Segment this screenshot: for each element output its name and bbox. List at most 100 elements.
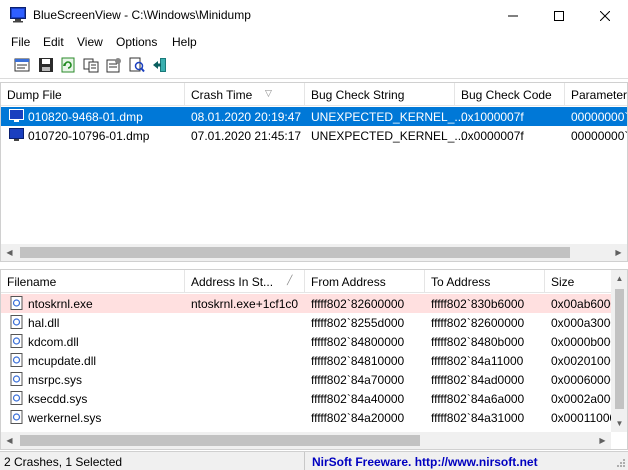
menu-help[interactable]: Help	[172, 35, 197, 49]
crash-row[interactable]: 010820-9468-01.dmp 08.01.2020 20:19:47 U…	[1, 107, 628, 126]
col-crash-time[interactable]: Crash Time	[185, 83, 305, 106]
driver-from-address: fffff802`82600000	[311, 297, 405, 311]
col-bug-check-code[interactable]: Bug Check Code	[455, 83, 565, 106]
col-filename[interactable]: Filename	[1, 270, 185, 293]
col-crash-time-label: Crash Time	[191, 88, 253, 102]
menu-edit[interactable]: Edit	[43, 35, 64, 49]
driver-list-vscrollbar[interactable]: ▲ ▼	[611, 270, 627, 432]
status-divider	[304, 452, 305, 470]
close-icon	[600, 11, 610, 21]
driver-to-address: fffff802`84a11000	[431, 354, 524, 368]
find-button[interactable]	[128, 56, 146, 74]
dump-file-icon	[9, 128, 24, 141]
nirsoft-link[interactable]: NirSoft Freeware. http://www.nirsoft.net	[312, 455, 538, 469]
driver-list-hscrollbar[interactable]: ◀ ▶	[1, 432, 611, 449]
scroll-left-icon[interactable]: ◀	[1, 432, 18, 449]
crash-list-hscrollbar[interactable]: ◀ ▶	[1, 244, 627, 261]
crash-list-pane: Dump File Crash Time ▽ Bug Check String …	[0, 82, 628, 262]
driver-row[interactable]: werkernel.sys fffff802`84a20000 fffff802…	[1, 408, 627, 427]
menu-options[interactable]: Options	[116, 35, 157, 49]
properties-button[interactable]	[105, 56, 123, 74]
scroll-left-icon[interactable]: ◀	[1, 244, 18, 261]
exit-icon	[153, 58, 166, 72]
driver-filename: msrpc.sys	[28, 373, 82, 387]
bug-check-code: 0x0000007f	[461, 129, 524, 143]
bug-check-string: UNEXPECTED_KERNEL_...	[311, 129, 465, 143]
driver-filename: hal.dll	[28, 316, 60, 330]
driver-from-address: fffff802`84a70000	[311, 373, 405, 387]
toolbar	[0, 52, 628, 79]
driver-filename: mcupdate.dll	[28, 354, 97, 368]
bug-check-code: 0x1000007f	[461, 110, 524, 124]
refresh-button[interactable]	[59, 56, 77, 74]
driver-to-address: fffff802`8480b000	[431, 335, 525, 349]
driver-from-address: fffff802`8255d000	[311, 316, 405, 330]
driver-size: 0x0002a000	[551, 392, 611, 406]
driver-row[interactable]: msrpc.sys fffff802`84a70000 fffff802`84a…	[1, 370, 627, 389]
html-report-button[interactable]	[13, 56, 31, 74]
crash-list-header: Dump File Crash Time ▽ Bug Check String …	[1, 83, 627, 106]
exit-button[interactable]	[151, 56, 169, 74]
driver-row[interactable]: kdcom.dll fffff802`84800000 fffff802`848…	[1, 332, 627, 351]
scroll-thumb[interactable]	[615, 289, 624, 409]
menu-bar: File Edit View Options Help	[0, 32, 628, 52]
driver-to-address: fffff802`84ad0000	[431, 373, 525, 387]
driver-filename: ksecdd.sys	[28, 392, 88, 406]
col-to-address[interactable]: To Address	[425, 270, 545, 293]
driver-file-icon	[10, 410, 23, 424]
driver-address-in-stack: ntoskrnl.exe+1cf1c0	[191, 297, 299, 311]
driver-size: 0x00ab6000	[551, 297, 611, 311]
col-from-address[interactable]: From Address	[305, 270, 425, 293]
driver-from-address: fffff802`84800000	[311, 335, 405, 349]
col-bug-check-string[interactable]: Bug Check String	[305, 83, 455, 106]
bluescreen-app-icon	[10, 7, 26, 23]
driver-file-icon	[10, 372, 23, 386]
properties-icon	[106, 58, 121, 73]
crash-time: 07.01.2020 21:45:17	[191, 129, 302, 143]
driver-filename: kdcom.dll	[28, 335, 79, 349]
scroll-thumb[interactable]	[20, 435, 420, 446]
driver-row[interactable]: ntoskrnl.exe ntoskrnl.exe+1cf1c0 fffff80…	[1, 294, 627, 313]
dump-file-icon	[9, 109, 24, 122]
sort-descending-icon: ▽	[265, 88, 272, 98]
scroll-right-icon[interactable]: ▶	[610, 244, 627, 261]
driver-to-address: fffff802`84a6a000	[431, 392, 525, 406]
scroll-down-icon[interactable]: ▼	[611, 415, 627, 432]
copy-button[interactable]	[82, 56, 100, 74]
resize-grip-icon[interactable]	[616, 458, 626, 468]
window-title: BlueScreenView - C:\Windows\Minidump	[33, 8, 251, 22]
parameter: 00000000`0	[571, 110, 628, 124]
scroll-thumb[interactable]	[20, 247, 570, 258]
driver-from-address: fffff802`84a20000	[311, 411, 405, 425]
driver-list-header: Filename Address In St... ╱ From Address…	[1, 270, 627, 293]
driver-row[interactable]: mcupdate.dll fffff802`84810000 fffff802`…	[1, 351, 627, 370]
html-report-icon	[14, 58, 30, 72]
scroll-right-icon[interactable]: ▶	[594, 432, 611, 449]
driver-row[interactable]: hal.dll fffff802`8255d000 fffff802`82600…	[1, 313, 627, 332]
menu-view[interactable]: View	[77, 35, 103, 49]
save-button[interactable]	[37, 56, 55, 74]
driver-file-icon	[10, 334, 23, 348]
driver-size: 0x00060000	[551, 373, 611, 387]
scroll-up-icon[interactable]: ▲	[611, 270, 627, 287]
driver-size: 0x0000b000	[551, 335, 611, 349]
col-size[interactable]: Size	[545, 270, 615, 293]
driver-from-address: fffff802`84810000	[311, 354, 405, 368]
driver-filename: werkernel.sys	[28, 411, 102, 425]
crash-row[interactable]: 010720-10796-01.dmp 07.01.2020 21:45:17 …	[1, 126, 628, 145]
driver-size: 0x00201000	[551, 354, 611, 368]
driver-row[interactable]: ksecdd.sys fffff802`84a40000 fffff802`84…	[1, 389, 627, 408]
maximize-icon	[554, 11, 564, 21]
driver-size: 0x00011000	[551, 411, 611, 425]
menu-file[interactable]: File	[11, 35, 30, 49]
status-bar: 2 Crashes, 1 Selected NirSoft Freeware. …	[0, 451, 628, 470]
maximize-button[interactable]	[536, 0, 582, 32]
find-icon	[129, 57, 145, 73]
save-icon	[39, 58, 53, 72]
driver-size: 0x000a3000	[551, 316, 611, 330]
parameter: 00000000`0	[571, 129, 628, 143]
close-button[interactable]	[582, 0, 628, 32]
minimize-button[interactable]	[490, 0, 536, 32]
col-parameter[interactable]: Parameter	[565, 83, 627, 106]
col-dump-file[interactable]: Dump File	[1, 83, 185, 106]
